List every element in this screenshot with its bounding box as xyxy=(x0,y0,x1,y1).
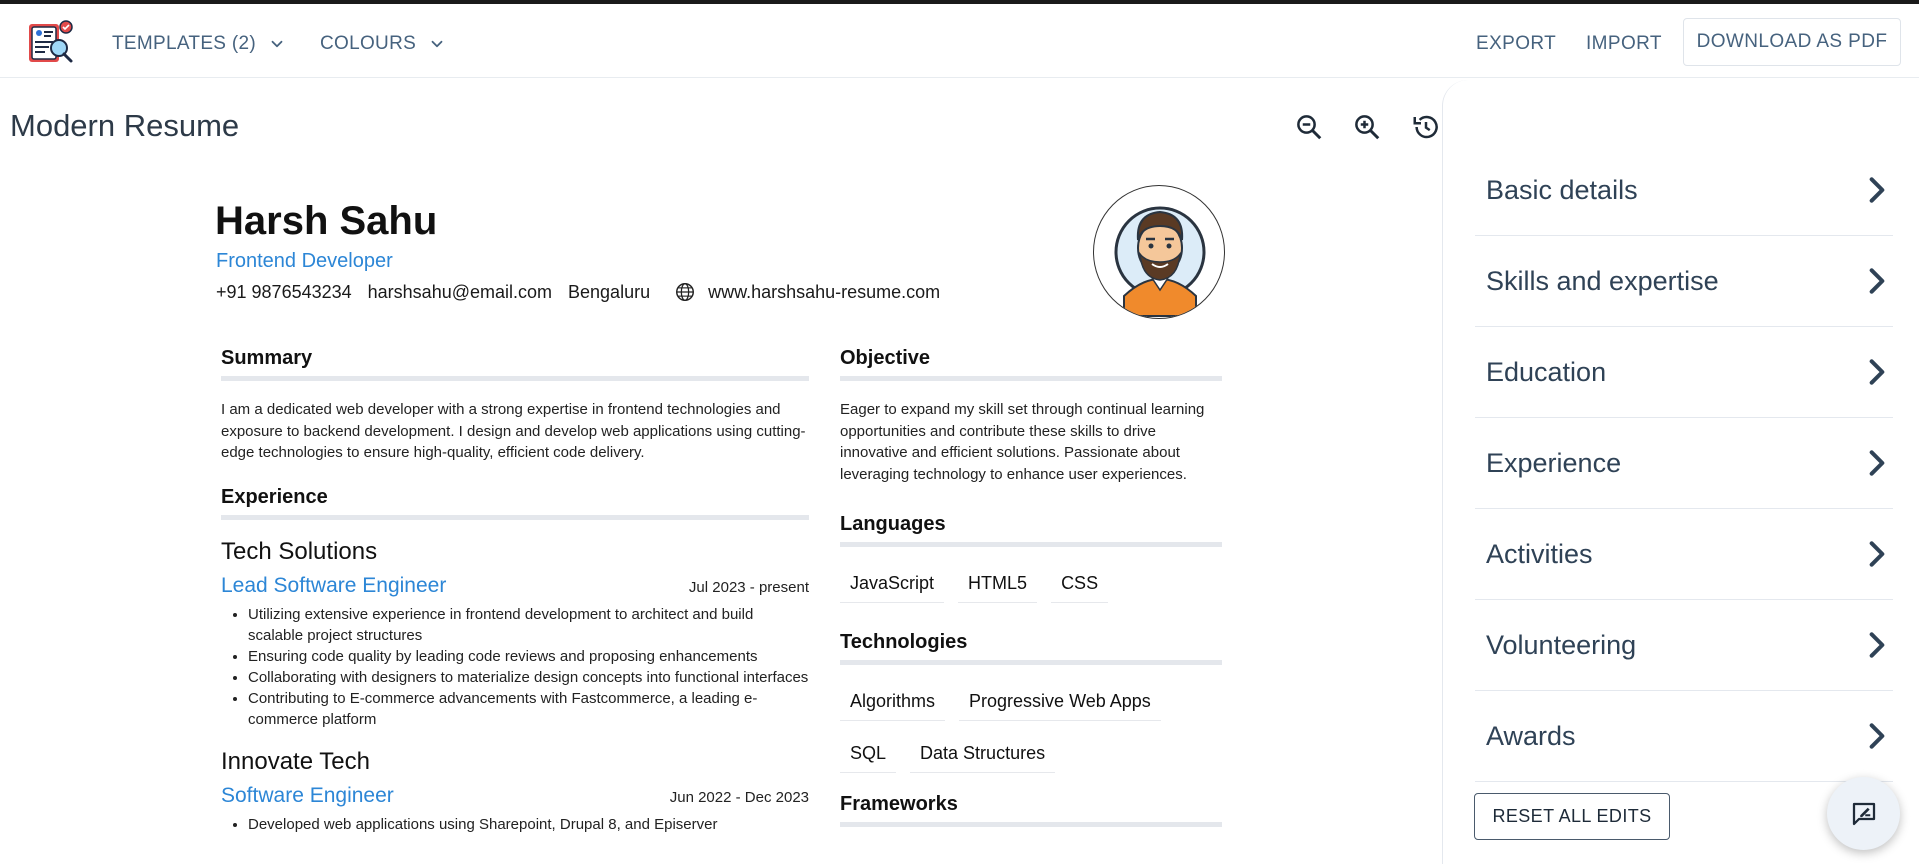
language-chip: HTML5 xyxy=(958,565,1038,603)
languages-heading: Languages xyxy=(840,513,1222,547)
resume-name: Harsh Sahu xyxy=(215,199,438,243)
job-bullet: Ensuring code quality by leading code re… xyxy=(248,646,809,667)
resume-role: Frontend Developer xyxy=(216,250,393,272)
globe-icon xyxy=(676,283,695,301)
page-title: Modern Resume xyxy=(10,108,240,143)
resume-left-column: Summary I am a dedicated web developer w… xyxy=(221,347,809,835)
job-bullet: Contributing to E-commerce advancements … xyxy=(248,688,809,730)
resume-right-column: Objective Eager to expand my skill set t… xyxy=(840,347,1222,845)
languages-chips: JavaScript HTML5 CSS xyxy=(840,565,1222,603)
chevron-right-icon xyxy=(1869,359,1885,385)
panel-item-education[interactable]: Education xyxy=(1475,327,1893,418)
download-pdf-button[interactable]: DOWNLOAD AS PDF xyxy=(1683,18,1901,66)
job-bullet: Developed web applications using Sharepo… xyxy=(248,814,809,835)
panel-item-label: Volunteering xyxy=(1486,629,1637,660)
job-row: Lead Software Engineer Jul 2023 - presen… xyxy=(221,574,809,598)
panel-item-label: Education xyxy=(1486,356,1607,387)
technologies-heading: Technologies xyxy=(840,631,1222,665)
chevron-down-icon xyxy=(271,40,283,48)
panel-item-label: Basic details xyxy=(1486,174,1638,205)
frameworks-heading: Frameworks xyxy=(840,793,1222,827)
contact-email: harshsahu@email.com xyxy=(367,281,553,302)
company-name: Tech Solutions xyxy=(221,537,378,565)
job-bullet: Collaborating with designers to material… xyxy=(248,667,809,688)
zoom-in-icon[interactable] xyxy=(1352,112,1382,142)
chevron-right-icon xyxy=(1869,541,1885,567)
panel-item-basic-details[interactable]: Basic details xyxy=(1475,145,1893,236)
editor-side-panel: Basic details Skills and expertise Educa… xyxy=(1442,80,1919,864)
summary-heading: Summary xyxy=(221,347,809,381)
job-bullet: Utilizing extensive experience in fronte… xyxy=(248,604,809,646)
panel-item-label: Skills and expertise xyxy=(1486,265,1719,296)
templates-menu-button[interactable]: TEMPLATES (2) xyxy=(112,28,286,60)
technology-chip: Data Structures xyxy=(910,735,1056,773)
app-logo-icon[interactable] xyxy=(26,18,74,66)
experience-heading: Experience xyxy=(221,486,809,520)
chevron-down-icon xyxy=(431,40,443,48)
chevron-right-icon xyxy=(1869,450,1885,476)
panel-item-label: Activities xyxy=(1486,538,1593,569)
job-row: Software Engineer Jun 2022 - Dec 2023 xyxy=(221,784,809,808)
panel-item-label: Awards xyxy=(1486,720,1576,751)
panel-item-awards[interactable]: Awards xyxy=(1475,691,1893,782)
job-dates: Jun 2022 - Dec 2023 xyxy=(669,788,809,806)
job-title: Lead Software Engineer xyxy=(221,573,447,597)
panel-item-skills[interactable]: Skills and expertise xyxy=(1475,236,1893,327)
technology-chip: Progressive Web Apps xyxy=(959,683,1161,721)
experience-entry: Tech Solutions Lead Software Engineer Ju… xyxy=(221,538,809,730)
objective-heading: Objective xyxy=(840,347,1222,381)
technology-chip: Algorithms xyxy=(840,683,946,721)
technology-chip: SQL xyxy=(840,735,897,773)
job-bullets: Utilizing extensive experience in fronte… xyxy=(221,604,809,730)
feedback-fab-button[interactable] xyxy=(1827,777,1900,850)
language-chip: JavaScript xyxy=(840,565,945,603)
experience-entry: Innovate Tech Software Engineer Jun 2022… xyxy=(221,748,809,835)
colours-label: COLOURS xyxy=(320,33,417,54)
chevron-right-icon xyxy=(1869,723,1885,749)
feedback-icon xyxy=(1852,802,1875,825)
zoom-out-icon[interactable] xyxy=(1294,112,1324,142)
panel-item-label: Experience xyxy=(1486,447,1622,478)
app-header: TEMPLATES (2) COLOURS EXPORT IMPORT DOWN… xyxy=(0,4,1919,78)
panel-item-activities[interactable]: Activities xyxy=(1475,509,1893,600)
contact-location: Bengaluru xyxy=(568,281,651,302)
templates-label: TEMPLATES (2) xyxy=(112,33,256,54)
contact-phone: +91 9876543234 xyxy=(216,281,352,302)
panel-item-experience[interactable]: Experience xyxy=(1475,418,1893,509)
import-button[interactable]: IMPORT xyxy=(1586,33,1662,55)
reset-all-edits-button[interactable]: RESET ALL EDITS xyxy=(1474,793,1670,840)
company-name: Innovate Tech xyxy=(221,747,371,775)
chevron-right-icon xyxy=(1869,632,1885,658)
avatar xyxy=(1093,185,1225,319)
contact-line: +91 9876543234 harshsahu@email.com Benga… xyxy=(216,281,956,303)
job-dates: Jul 2023 - present xyxy=(688,578,809,596)
panel-item-volunteering[interactable]: Volunteering xyxy=(1475,600,1893,691)
chevron-right-icon xyxy=(1869,268,1885,294)
reset-zoom-history-icon[interactable] xyxy=(1411,112,1441,142)
job-title: Software Engineer xyxy=(221,783,394,807)
technologies-chips: Algorithms Progressive Web Apps SQL Data… xyxy=(840,683,1222,773)
job-bullets: Developed web applications using Sharepo… xyxy=(221,814,809,835)
chevron-right-icon xyxy=(1869,177,1885,203)
export-button[interactable]: EXPORT xyxy=(1476,33,1556,55)
contact-website: www.harshsahu-resume.com xyxy=(708,281,941,302)
language-chip: CSS xyxy=(1051,565,1109,603)
objective-text: Eager to expand my skill set through con… xyxy=(840,401,1205,483)
summary-text: I am a dedicated web developer with a st… xyxy=(221,401,806,461)
colours-menu-button[interactable]: COLOURS xyxy=(320,28,446,60)
